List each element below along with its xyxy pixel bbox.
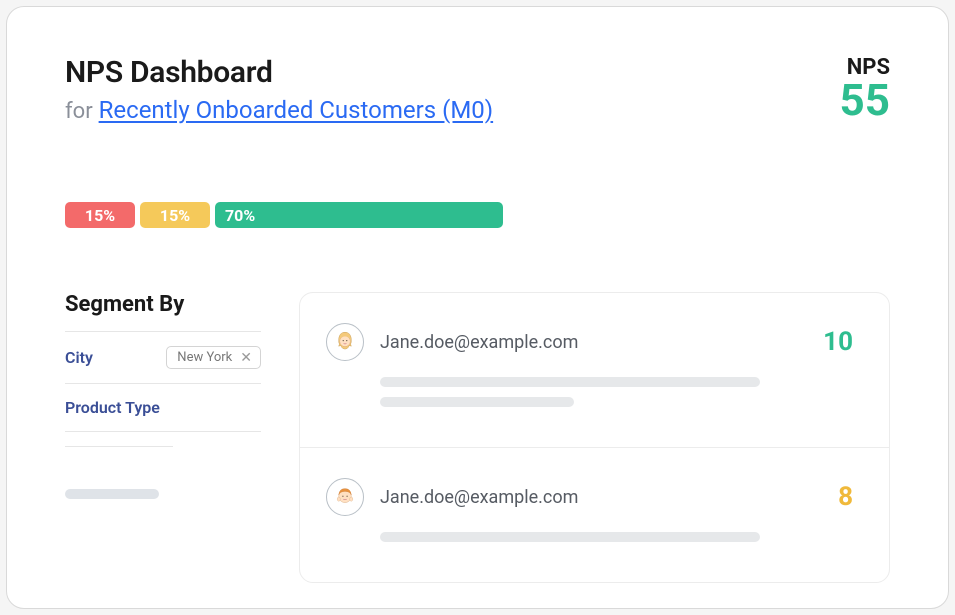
segment-link[interactable]: Recently Onboarded Customers (M0) [99,96,494,124]
close-icon[interactable]: ✕ [240,351,252,365]
promoter-segment: 70% [215,202,503,228]
nps-score-block: NPS 55 [840,55,891,122]
person-male-icon [331,483,359,511]
passive-pct: 15% [160,206,190,225]
page-title: NPS Dashboard [65,55,493,90]
segment-label-city[interactable]: City [65,348,93,367]
response-email: Jane.doe@example.com [380,332,807,353]
header-row: NPS Dashboard for Recently Onboarded Cus… [65,55,890,124]
nps-distribution-bar: 15% 15% 70% [65,202,890,228]
promoter-pct: 70% [225,206,255,225]
segment-by-panel: Segment By City New York ✕ Product Type [65,292,261,499]
placeholder-bar [380,397,574,407]
divider [65,446,173,447]
title-block: NPS Dashboard for Recently Onboarded Cus… [65,55,493,124]
detractor-pct: 15% [85,206,115,225]
segment-row-product-type[interactable]: Product Type [65,384,261,432]
nps-value: 55 [840,78,891,122]
responses-list: Jane.doe@example.com 10 [299,292,890,583]
response-header: Jane.doe@example.com 8 [326,478,853,516]
scrollbar-handle[interactable] [65,489,159,499]
dashboard-card: NPS Dashboard for Recently Onboarded Cus… [6,6,949,609]
for-prefix: for [65,99,93,124]
avatar [326,323,364,361]
segment-label-product-type[interactable]: Product Type [65,398,160,417]
segment-by-title: Segment By [65,292,261,317]
placeholder-bar [380,532,760,542]
person-female-icon [331,328,359,356]
page-subtitle: for Recently Onboarded Customers (M0) [65,96,493,124]
detractor-segment: 15% [65,202,135,228]
passive-segment: 15% [140,202,210,228]
response-score: 10 [823,327,853,357]
placeholder-bar [380,377,760,387]
filter-chip-label: New York [177,350,232,365]
segment-row-city[interactable]: City New York ✕ [65,332,261,384]
response-header: Jane.doe@example.com 10 [326,323,853,361]
response-row[interactable]: Jane.doe@example.com 10 [300,293,889,448]
response-email: Jane.doe@example.com [380,487,822,508]
response-row[interactable]: Jane.doe@example.com 8 [300,448,889,582]
response-body-placeholder [380,532,853,542]
lower-section: Segment By City New York ✕ Product Type [65,292,890,583]
response-body-placeholder [380,377,853,407]
response-score: 8 [838,482,853,512]
filter-chip-city[interactable]: New York ✕ [166,346,261,369]
avatar [326,478,364,516]
